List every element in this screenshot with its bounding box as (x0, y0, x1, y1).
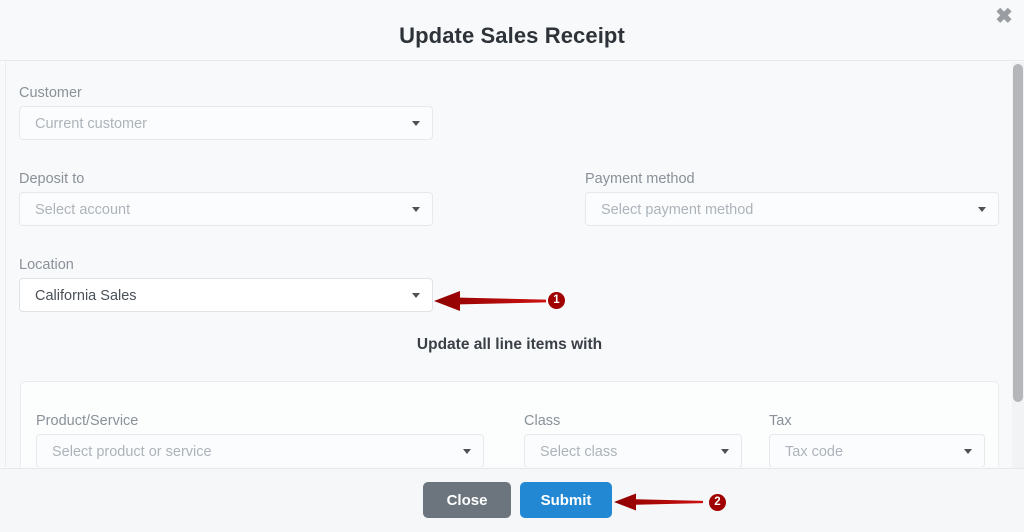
annotation-badge-2: 2 (709, 494, 726, 511)
deposit-to-select[interactable]: Select account (19, 192, 433, 226)
annotation-badge-1: 1 (548, 292, 565, 309)
modal-title: Update Sales Receipt (399, 23, 625, 48)
chevron-down-icon (412, 121, 420, 126)
payment-method-label: Payment method (585, 171, 695, 187)
product-service-select-value: Select product or service (52, 444, 212, 460)
line-items-heading: Update all line items with (416, 336, 603, 353)
class-select-value: Select class (540, 444, 618, 460)
location-select[interactable]: California Sales (19, 278, 433, 312)
chevron-down-icon (721, 449, 729, 454)
customer-label: Customer (19, 85, 82, 101)
chevron-down-icon (463, 449, 471, 454)
close-button[interactable]: Close (423, 482, 511, 518)
payment-method-select-value: Select payment method (601, 202, 754, 218)
annotation-arrow-2 (614, 493, 703, 511)
tax-select[interactable]: Tax code (769, 434, 985, 467)
chevron-down-icon (964, 449, 972, 454)
chevron-down-icon (412, 293, 420, 298)
chevron-down-icon (978, 207, 986, 212)
tax-label: Tax (769, 413, 792, 429)
product-service-label: Product/Service (36, 413, 139, 429)
deposit-to-select-value: Select account (35, 202, 131, 218)
payment-method-select[interactable]: Select payment method (585, 192, 999, 226)
product-service-select[interactable]: Select product or service (36, 434, 484, 467)
submit-button[interactable]: Submit (520, 482, 612, 518)
modal-body: Customer Current customer Deposit to Sel… (5, 62, 1012, 467)
customer-select-value: Current customer (35, 116, 148, 132)
location-label: Location (19, 257, 74, 273)
chevron-down-icon (412, 207, 420, 212)
modal-header: Update Sales Receipt (0, 9, 1024, 61)
class-select[interactable]: Select class (524, 434, 742, 467)
modal-scrollbar-thumb[interactable] (1013, 64, 1023, 402)
deposit-to-label: Deposit to (19, 171, 85, 187)
class-label: Class (524, 413, 561, 429)
annotation-arrow-1 (434, 291, 546, 311)
modal-footer: Close Submit (0, 468, 1024, 532)
customer-select[interactable]: Current customer (19, 106, 433, 140)
close-x-icon[interactable]: ✖ (992, 5, 1016, 29)
tax-select-value: Tax code (785, 444, 844, 460)
line-items-card: Product/Service Select product or servic… (20, 381, 999, 467)
location-select-value: California Sales (35, 288, 137, 304)
update-sales-receipt-modal: Update Sales Receipt ✖ Customer Current … (0, 0, 1024, 532)
